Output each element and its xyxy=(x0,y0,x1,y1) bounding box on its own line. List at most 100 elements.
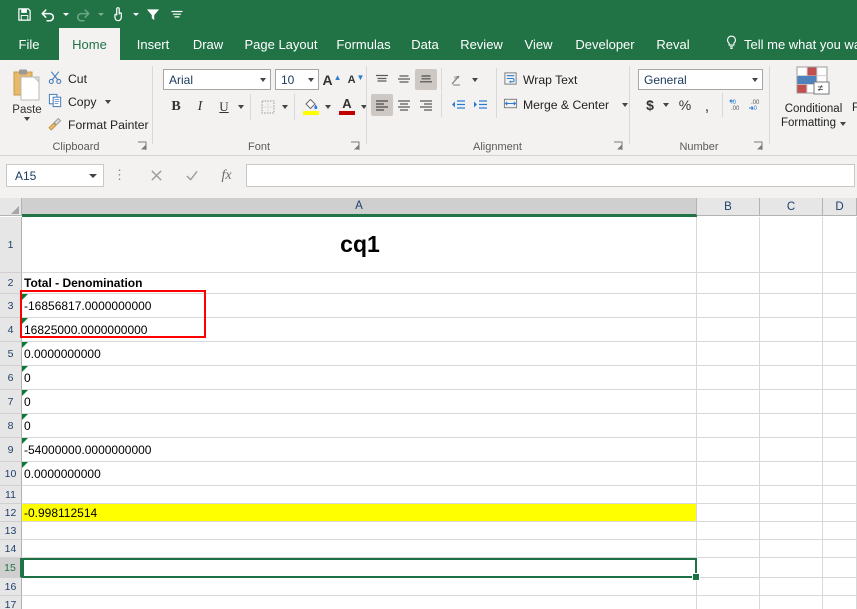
decrease-font-size-button[interactable]: A ▼ xyxy=(345,69,367,90)
column-header-D[interactable]: D xyxy=(823,198,857,216)
row-header-14[interactable]: 14 xyxy=(0,540,22,558)
cell-A14[interactable] xyxy=(22,540,697,558)
comma-format-button[interactable]: , xyxy=(696,94,718,120)
column-header-B[interactable]: B xyxy=(697,198,760,216)
cell-D4[interactable] xyxy=(823,318,857,342)
row-header-9[interactable]: 9 xyxy=(0,438,22,462)
cell-C15[interactable] xyxy=(760,558,823,578)
touch-mouse-mode-icon[interactable] xyxy=(106,2,130,26)
cell-B8[interactable] xyxy=(697,414,760,438)
cell-A9[interactable]: -54000000.0000000000 xyxy=(22,438,697,462)
column-header-A[interactable]: A xyxy=(22,198,697,216)
formula-bar-expand-handle[interactable]: ⋮ xyxy=(113,168,126,182)
cell-A6[interactable]: 0 xyxy=(22,366,697,390)
cell-B15[interactable] xyxy=(697,558,760,578)
cell-A4[interactable]: 16825000.0000000000 xyxy=(22,318,697,342)
cell-B7[interactable] xyxy=(697,390,760,414)
fill-handle[interactable] xyxy=(692,573,700,581)
cell-B11[interactable] xyxy=(697,486,760,504)
increase-font-size-button[interactable]: A ▲ xyxy=(321,69,343,90)
name-box-dropdown-icon[interactable] xyxy=(89,174,97,178)
cell-A3[interactable]: -16856817.0000000000 xyxy=(22,294,697,318)
row-header-16[interactable]: 16 xyxy=(0,578,22,596)
undo-icon[interactable] xyxy=(36,2,60,26)
cell-B5[interactable] xyxy=(697,342,760,366)
format-painter-button[interactable]: Format Painter xyxy=(48,114,149,135)
row-header-13[interactable]: 13 xyxy=(0,522,22,540)
touch-mode-dropdown-icon[interactable] xyxy=(130,2,141,26)
decrease-indent-button[interactable] xyxy=(447,94,469,116)
cell-B9[interactable] xyxy=(697,438,760,462)
cell-B2[interactable] xyxy=(697,273,760,294)
cell-C7[interactable] xyxy=(760,390,823,414)
cell-A8[interactable]: 0 xyxy=(22,414,697,438)
cell-B16[interactable] xyxy=(697,578,760,596)
align-bottom-button[interactable] xyxy=(415,69,437,90)
cell-D2[interactable] xyxy=(823,273,857,294)
tab-home[interactable]: Home xyxy=(59,28,120,60)
tab-reval[interactable]: Reval xyxy=(651,28,695,60)
orientation-dropdown-icon[interactable] xyxy=(469,69,481,90)
row-header-11[interactable]: 11 xyxy=(0,486,22,504)
cell-C11[interactable] xyxy=(760,486,823,504)
cell-A13[interactable] xyxy=(22,522,697,540)
copy-button[interactable]: Copy xyxy=(48,91,112,112)
cell-D14[interactable] xyxy=(823,540,857,558)
cell-B6[interactable] xyxy=(697,366,760,390)
accounting-dropdown-icon[interactable] xyxy=(660,94,672,116)
tell-me-box[interactable]: Tell me what you wa xyxy=(725,28,857,60)
cell-C10[interactable] xyxy=(760,462,823,486)
cell-C12[interactable] xyxy=(760,504,823,522)
copy-dropdown-icon[interactable] xyxy=(105,99,112,104)
cut-button[interactable]: Cut xyxy=(48,68,87,89)
font-family-dropdown-icon[interactable] xyxy=(255,70,270,89)
cell-C9[interactable] xyxy=(760,438,823,462)
row-header-1[interactable]: 1 xyxy=(0,217,22,273)
align-center-button[interactable] xyxy=(393,94,415,116)
cell-A10[interactable]: 0.0000000000 xyxy=(22,462,697,486)
orientation-button[interactable]: a xyxy=(447,69,469,90)
number-format-dropdown-icon[interactable] xyxy=(747,70,762,89)
cell-D17[interactable] xyxy=(823,596,857,609)
paste-button[interactable]: Paste xyxy=(6,66,48,138)
increase-decimal-button[interactable]: .0.00 xyxy=(727,94,747,116)
tab-draw[interactable]: Draw xyxy=(186,28,230,60)
row-header-7[interactable]: 7 xyxy=(0,390,22,414)
cell-C2[interactable] xyxy=(760,273,823,294)
tab-insert[interactable]: Insert xyxy=(130,28,176,60)
cell-D10[interactable] xyxy=(823,462,857,486)
cell-D9[interactable] xyxy=(823,438,857,462)
row-header-8[interactable]: 8 xyxy=(0,414,22,438)
align-top-button[interactable] xyxy=(371,69,393,90)
cell-D15[interactable] xyxy=(823,558,857,578)
cell-D6[interactable] xyxy=(823,366,857,390)
row-header-4[interactable]: 4 xyxy=(0,318,22,342)
name-box[interactable]: A15 xyxy=(6,164,104,187)
cell-B3[interactable] xyxy=(697,294,760,318)
paste-dropdown-icon[interactable] xyxy=(24,117,30,121)
cell-D13[interactable] xyxy=(823,522,857,540)
fill-color-button[interactable] xyxy=(300,94,322,118)
tab-developer[interactable]: Developer xyxy=(569,28,641,60)
customize-quick-access-toolbar-icon[interactable] xyxy=(165,2,189,26)
wrap-text-button[interactable]: Wrap Text xyxy=(503,69,577,90)
font-size-combo[interactable]: 10 xyxy=(275,69,319,90)
cell-C14[interactable] xyxy=(760,540,823,558)
insert-function-button[interactable]: fx xyxy=(210,164,243,187)
number-dialog-launcher[interactable] xyxy=(753,141,764,152)
save-icon[interactable] xyxy=(12,2,36,26)
fill-color-dropdown-icon[interactable] xyxy=(322,96,334,118)
cell-D1[interactable] xyxy=(823,217,857,273)
cell-C13[interactable] xyxy=(760,522,823,540)
cell-C4[interactable] xyxy=(760,318,823,342)
tab-view[interactable]: View xyxy=(518,28,559,60)
cell-A5[interactable]: 0.0000000000 xyxy=(22,342,697,366)
format-as-table-button[interactable]: Fo xyxy=(852,102,857,114)
cell-D8[interactable] xyxy=(823,414,857,438)
borders-dropdown-icon[interactable] xyxy=(279,96,291,118)
italic-button[interactable]: I xyxy=(189,96,211,118)
row-header-12[interactable]: 12 xyxy=(0,504,22,522)
percent-format-button[interactable]: % xyxy=(674,94,696,116)
cell-B14[interactable] xyxy=(697,540,760,558)
font-color-button[interactable]: A xyxy=(336,94,358,118)
